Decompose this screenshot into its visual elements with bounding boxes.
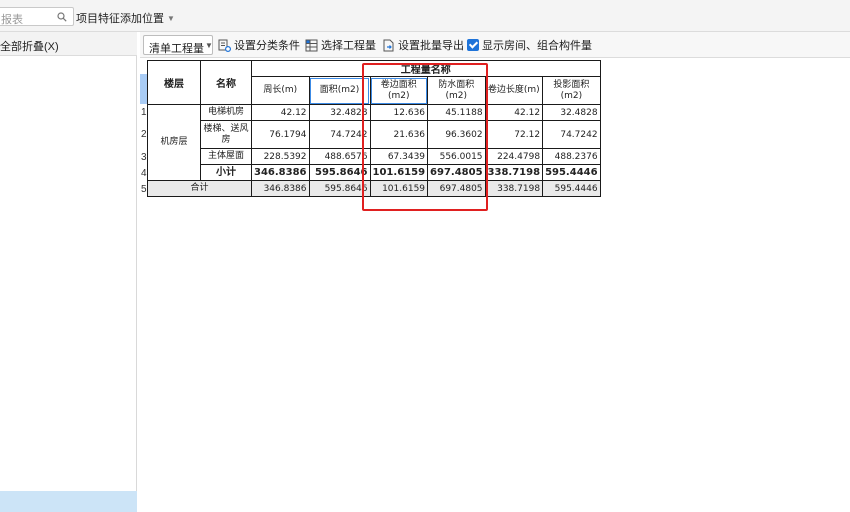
- total-value[interactable]: 346.8386: [251, 180, 310, 197]
- chevron-down-icon: ▼: [167, 14, 175, 23]
- table-row[interactable]: 楼梯、送风房 76.1794 74.7242 21.636 96.3602 72…: [148, 120, 601, 149]
- header-row: 楼层 名称 工程量名称: [147, 60, 601, 105]
- category-filter-icon: [218, 39, 231, 52]
- name-cell[interactable]: 主体屋面: [200, 148, 252, 165]
- table-row[interactable]: 机房层 电梯机房 42.12 32.4828 12.636 45.1188 42…: [147, 104, 601, 181]
- total-value[interactable]: 595.4446: [542, 180, 601, 197]
- show-rooms-checkbox[interactable]: 显示房间、组合构件量: [467, 37, 592, 53]
- set-category-label: 设置分类条件: [234, 40, 300, 52]
- checkbox-checked-icon[interactable]: [467, 39, 479, 51]
- quantity-group-header: 工程量名称: [251, 60, 601, 77]
- value-cell[interactable]: 96.3602: [427, 120, 486, 149]
- row-number: 4: [141, 168, 147, 179]
- quantity-type-select[interactable]: 清单工程量 ▼: [143, 35, 213, 55]
- value-cell[interactable]: 12.636: [369, 104, 429, 121]
- perimeter-header[interactable]: 周长(m): [251, 76, 310, 105]
- report-toolbar: 清单工程量 ▼ 设置分类条件 选择工程量 设置批量导出 显示房间、组合构件量: [140, 32, 850, 58]
- search-placeholder: 报表: [1, 14, 23, 26]
- total-value[interactable]: 338.7198: [484, 180, 544, 197]
- waterproof-area-header[interactable]: 防水面积(m2): [427, 76, 486, 105]
- subtotal-value[interactable]: 697.4805: [427, 164, 486, 181]
- quantity-report-table: 楼层 名称 工程量名称 周长(m) 面积(m2) 卷边面积(m2) 防水面积(m…: [147, 60, 601, 197]
- subtotal-value[interactable]: 338.7198: [484, 164, 544, 181]
- export-document-icon: [383, 39, 394, 51]
- batch-export-button[interactable]: 设置批量导出: [382, 36, 464, 54]
- name-cell[interactable]: 楼梯、送风房: [200, 120, 252, 149]
- value-cell[interactable]: 74.7242: [542, 120, 601, 149]
- search-icon[interactable]: [57, 12, 67, 22]
- subtotal-value[interactable]: 595.4446: [542, 164, 601, 181]
- selected-tree-item[interactable]: [0, 491, 137, 512]
- subtotal-label[interactable]: 小计: [200, 164, 252, 181]
- row-number: 1: [141, 107, 147, 118]
- name-header: 名称: [200, 60, 252, 105]
- value-cell[interactable]: 32.4828: [542, 104, 601, 121]
- table-grid-icon: [305, 39, 318, 51]
- value-cell[interactable]: 67.3439: [369, 148, 429, 165]
- subtotal-value[interactable]: 101.6159: [369, 164, 429, 181]
- row-number: 2: [141, 129, 147, 140]
- curl-area-header[interactable]: 卷边面积(m2): [369, 76, 429, 105]
- quantity-type-value: 清单工程量: [149, 43, 204, 55]
- area-header[interactable]: 面积(m2): [308, 76, 371, 105]
- select-quantity-label: 选择工程量: [321, 40, 376, 52]
- projection-area-header[interactable]: 投影面积(m2): [542, 76, 601, 105]
- top-bar: 报表 项目特征添加位置 ▼: [0, 0, 850, 32]
- value-cell[interactable]: 488.2376: [542, 148, 601, 165]
- value-cell[interactable]: 488.6576: [308, 148, 371, 165]
- floor-cell[interactable]: 机房层: [147, 104, 201, 181]
- value-cell[interactable]: 32.4828: [308, 104, 371, 121]
- value-cell[interactable]: 556.0015: [427, 148, 486, 165]
- total-row[interactable]: 合计 346.8386 595.8646 101.6159 697.4805 3…: [147, 180, 601, 197]
- value-cell[interactable]: 76.1794: [251, 120, 310, 149]
- value-cell[interactable]: 42.12: [251, 104, 310, 121]
- gutter-highlight: [140, 74, 147, 104]
- value-cell[interactable]: 21.636: [369, 120, 429, 149]
- floor-header: 楼层: [147, 60, 201, 105]
- chevron-down-icon: ▼: [205, 41, 213, 50]
- show-rooms-label: 显示房间、组合构件量: [482, 40, 592, 52]
- total-value[interactable]: 697.4805: [427, 180, 486, 197]
- value-cell[interactable]: 45.1188: [427, 104, 486, 121]
- subtotal-value[interactable]: 595.8646: [308, 164, 371, 181]
- table-row[interactable]: 主体屋面 228.5392 488.6576 67.3439 556.0015 …: [148, 148, 601, 165]
- select-quantity-button[interactable]: 选择工程量: [305, 36, 376, 54]
- set-category-button[interactable]: 设置分类条件: [218, 36, 300, 54]
- curl-length-header[interactable]: 卷边长度(m): [484, 76, 544, 105]
- collapse-all-label: 全部折叠(X): [0, 41, 59, 53]
- total-value[interactable]: 595.8646: [308, 180, 371, 197]
- value-cell[interactable]: 224.4798: [484, 148, 544, 165]
- total-label[interactable]: 合计: [147, 180, 252, 197]
- row-number: 3: [141, 152, 147, 163]
- value-cell[interactable]: 42.12: [484, 104, 544, 121]
- row-gutter: 1 2 3 4 5: [140, 60, 147, 200]
- collapse-all-button[interactable]: 全部折叠(X): [0, 32, 137, 56]
- value-cell[interactable]: 72.12: [484, 120, 544, 149]
- report-search-input[interactable]: 报表: [0, 7, 74, 26]
- report-tree-pane: 全部折叠(X): [0, 32, 137, 512]
- value-cell[interactable]: 228.5392: [251, 148, 310, 165]
- feature-position-dropdown[interactable]: 项目特征添加位置 ▼: [76, 10, 175, 26]
- total-value[interactable]: 101.6159: [369, 180, 429, 197]
- subtotal-value[interactable]: 346.8386: [251, 164, 310, 181]
- row-number: 5: [141, 184, 147, 195]
- batch-export-label: 设置批量导出: [398, 40, 464, 52]
- report-view: 1 2 3 4 5 楼层 名称 工程量名称 周长(m) 面积(m2) 卷边面积(…: [140, 58, 850, 512]
- feature-position-label: 项目特征添加位置: [76, 13, 164, 25]
- name-cell[interactable]: 电梯机房: [200, 104, 252, 121]
- subtotal-row[interactable]: 小计 346.8386 595.8646 101.6159 697.4805 3…: [148, 164, 601, 181]
- value-cell[interactable]: 74.7242: [308, 120, 371, 149]
